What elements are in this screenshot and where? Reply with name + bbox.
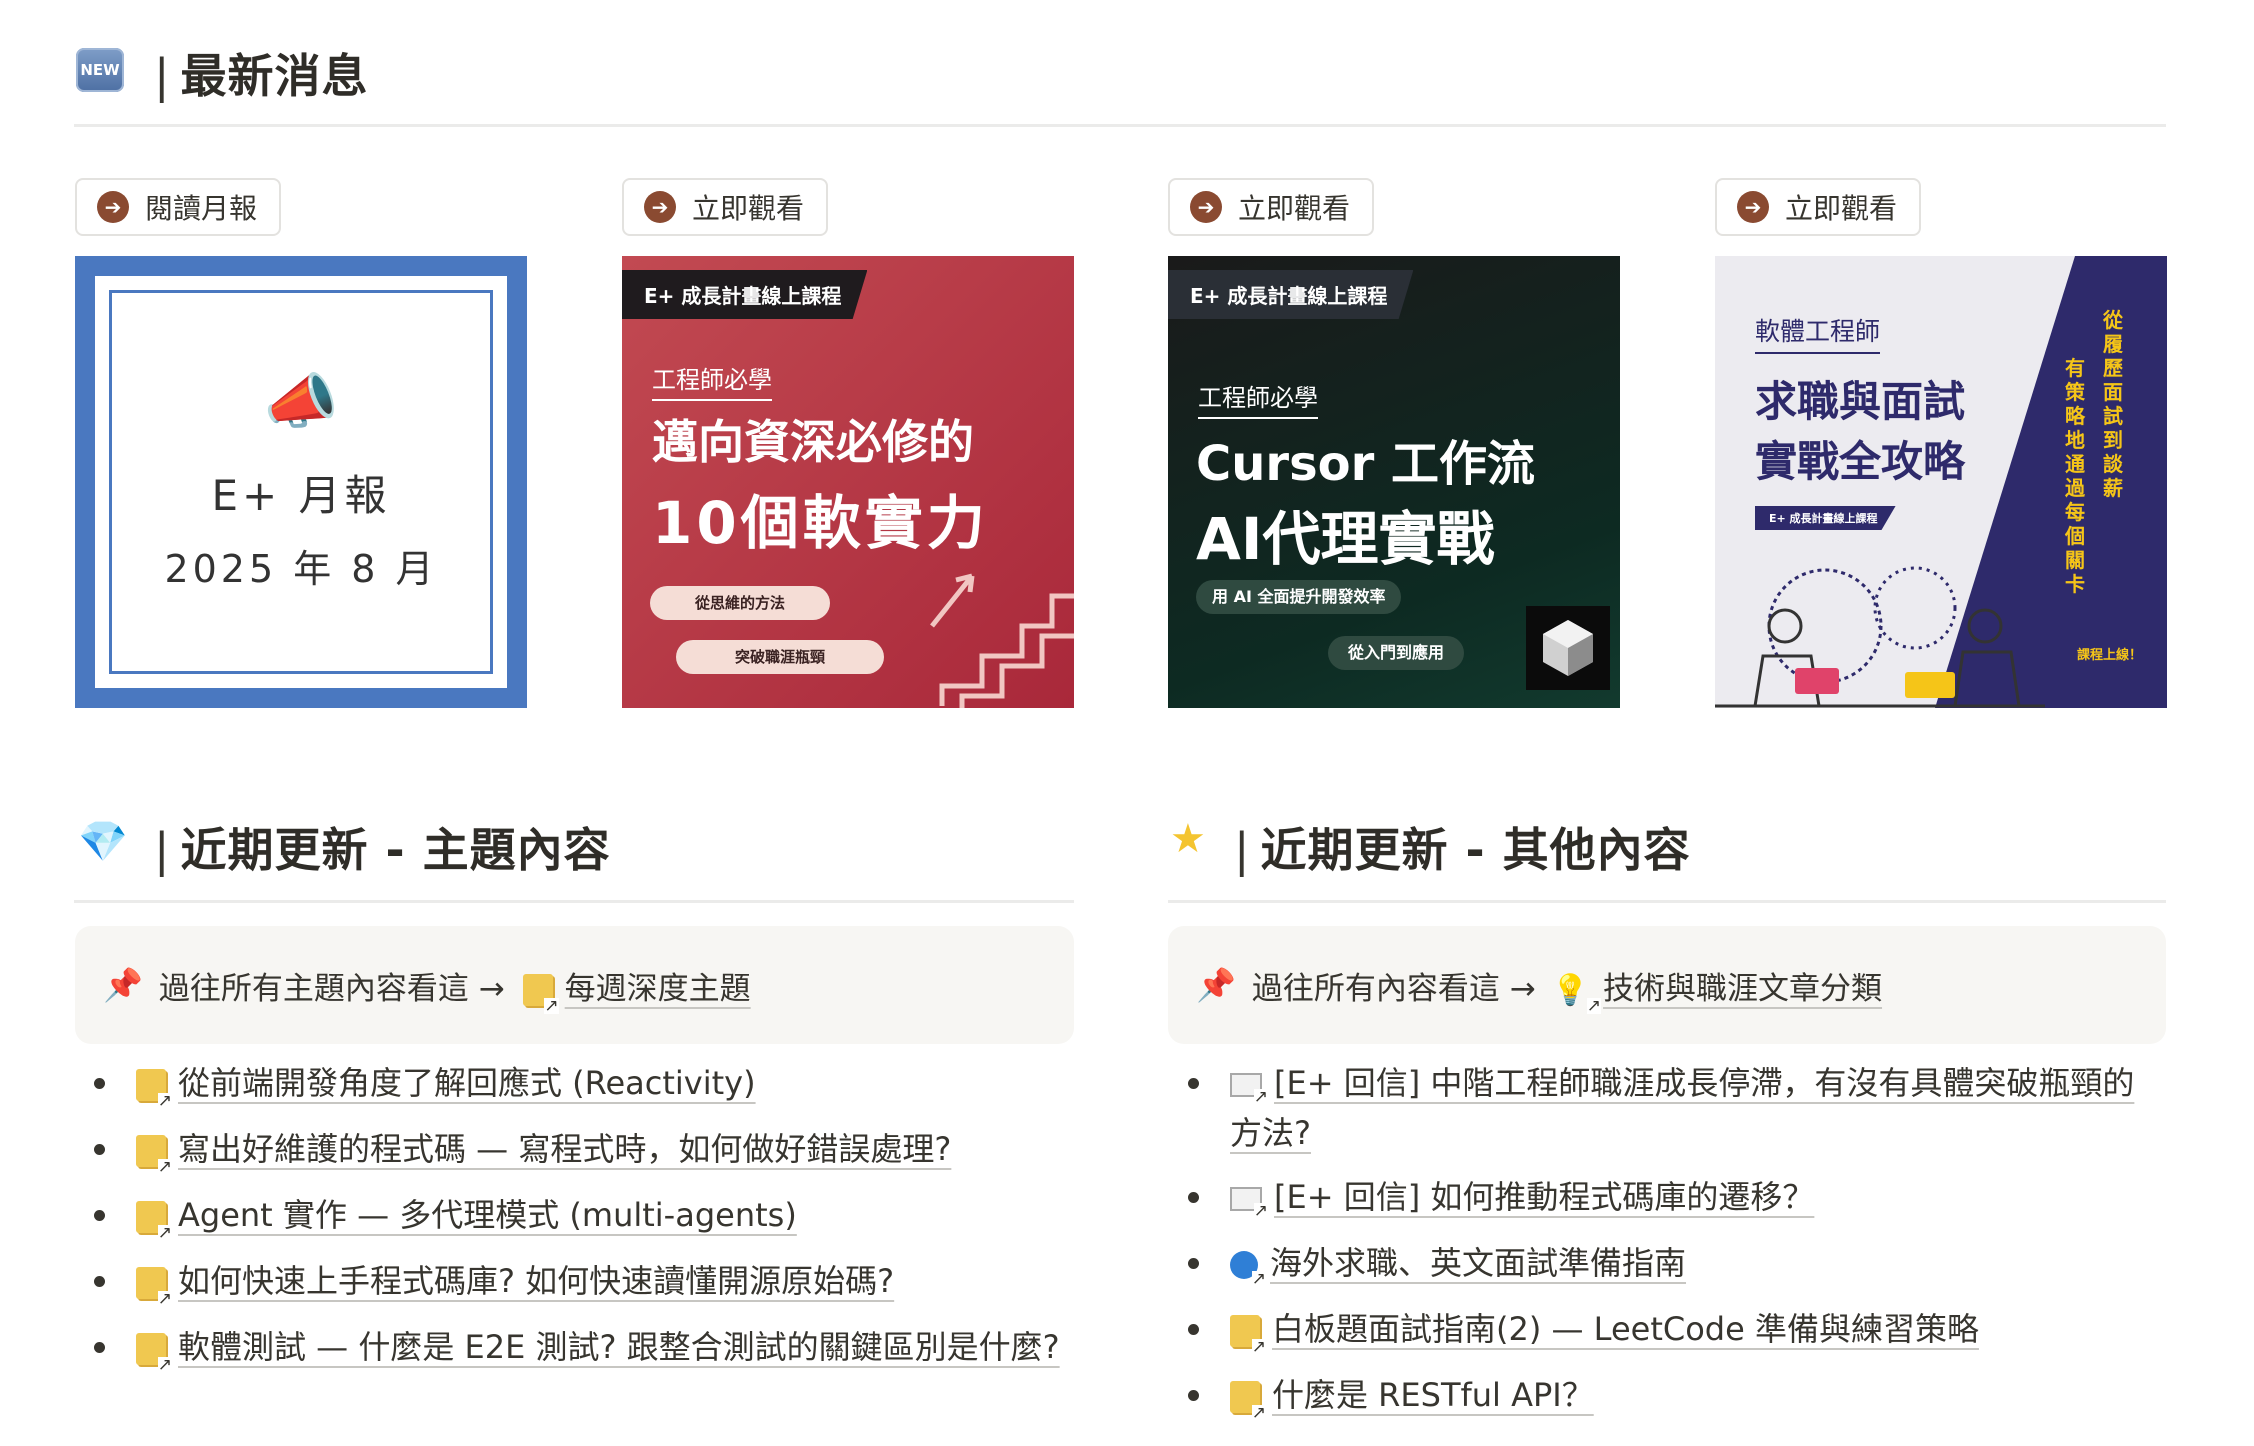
cursor-logo-icon: [1526, 606, 1610, 690]
pushpin-icon: 📌: [1196, 966, 1236, 1004]
doc-link-icon: [136, 1135, 172, 1175]
section-divider: [74, 124, 2166, 127]
doc-link-icon: [136, 1201, 172, 1241]
heading-divider: |: [154, 49, 171, 103]
card-title-line1: 求職與面試: [1755, 377, 1966, 426]
button-label: 立即觀看: [1238, 192, 1351, 225]
card-subtitle: 工程師必學: [1198, 378, 1318, 419]
others-heading: | 近期更新 - 其他內容: [1228, 814, 1691, 880]
watch-course-button[interactable]: ➔ 立即觀看: [1168, 178, 1375, 236]
pushpin-icon: 📌: [103, 966, 143, 1004]
vertical-tagline: 從履歷面試到談薪: [2103, 308, 2123, 500]
star-icon: ★: [1170, 816, 1206, 862]
arrow-right-circle-icon: ➔: [97, 191, 129, 223]
callout-text: 過往所有主題內容看這 →: [158, 970, 505, 1007]
pill-label: 用 AI 全面提升開發效率: [1196, 580, 1402, 614]
callout-link[interactable]: 💡技術與職涯文章分類: [1552, 963, 1882, 1014]
topics-heading: | 近期更新 - 主題內容: [148, 814, 611, 880]
cursor-course-card[interactable]: E+ 成長計畫線上課程 工程師必學 Cursor 工作流 AI代理實戰 用 AI…: [1168, 256, 1620, 708]
report-title: E+ 月報: [211, 471, 391, 520]
topics-list: 從前端開發角度了解回應式 (Reactivity) 寫出好維護的程式碼 — 寫程…: [80, 1058, 1080, 1388]
doc-link-icon: [136, 1267, 172, 1307]
soft-skills-course-card[interactable]: E+ 成長計畫線上課程 工程師必學 邁向資深必修的 10個軟實力 從思維的方法 …: [622, 256, 1074, 708]
others-heading-text: 近期更新 - 其他內容: [1260, 823, 1691, 877]
envelope-link-icon: [1230, 1187, 1268, 1219]
news-heading: | 最新消息: [148, 40, 369, 106]
heading-divider: |: [1234, 823, 1251, 877]
list-item[interactable]: Agent 實作 — 多代理模式 (multi-agents): [80, 1190, 1080, 1241]
arrow-right-circle-icon: ➔: [1190, 191, 1222, 223]
list-item[interactable]: 從前端開發角度了解回應式 (Reactivity): [80, 1058, 1080, 1109]
pill-label: 突破職涯瓶頸: [676, 640, 884, 674]
list-item[interactable]: 軟體測試 — 什麼是 E2E 測試? 跟整合測試的關鍵區別是什麼?: [80, 1322, 1080, 1373]
card-title-line1: Cursor 工作流: [1196, 436, 1536, 492]
doc-link-icon: [1230, 1315, 1266, 1355]
callout-text: 過往所有內容看這 →: [1251, 970, 1536, 1007]
stairs-illustration: [930, 573, 1074, 708]
course-tag: E+ 成長計畫線上課程: [622, 270, 868, 319]
list-item[interactable]: 寫出好維護的程式碼 — 寫程式時，如何做好錯誤處理?: [80, 1124, 1080, 1175]
watch-course-button[interactable]: ➔ 立即觀看: [1715, 178, 1922, 236]
button-label: 閱讀月報: [145, 192, 258, 225]
gem-icon: 💎: [78, 819, 128, 865]
interview-illustration: [1715, 566, 2045, 708]
card-title-line1: 邁向資深必修的: [652, 415, 974, 469]
callout-link[interactable]: 每週深度主題: [522, 963, 751, 1014]
card-title-line2: 實戰全攻略: [1755, 437, 1966, 486]
list-item[interactable]: 海外求職、英文面試準備指南: [1174, 1238, 2154, 1288]
interview-course-card[interactable]: 軟體工程師 求職與面試 實戰全攻略 E+ 成長計畫線上課程 從履歷面試到談薪 有…: [1715, 256, 2167, 708]
course-tag: E+ 成長計畫線上課程: [1168, 270, 1414, 319]
doc-link-icon: [522, 974, 559, 1014]
arrow-right-circle-icon: ➔: [1737, 191, 1769, 223]
card-subtitle: 軟體工程師: [1755, 312, 1881, 354]
pill-label: 從思維的方法: [650, 586, 830, 620]
lightbulb-link-icon: 💡: [1552, 973, 1602, 1014]
list-item[interactable]: 白板題面試指南(2) — LeetCode 準備與練習策略: [1174, 1304, 2154, 1355]
globe-link-icon: [1230, 1251, 1266, 1287]
topics-heading-text: 近期更新 - 主題內容: [180, 823, 611, 877]
new-badge-icon: NEW: [76, 48, 124, 92]
list-item[interactable]: [E+ 回信] 如何推動程式碼庫的遷移？: [1174, 1172, 2154, 1222]
list-item[interactable]: 什麼是 RESTful API？: [1174, 1370, 2154, 1421]
pill-label: 從入門到應用: [1328, 636, 1465, 670]
megaphone-icon: 📣: [263, 367, 339, 437]
section-divider: [74, 900, 1074, 903]
topics-callout: 📌 過往所有主題內容看這 → 每週深度主題: [75, 926, 1074, 1044]
button-label: 立即觀看: [692, 192, 805, 225]
launch-label: 課程上線！: [2077, 648, 2143, 663]
course-tag: E+ 成長計畫線上課程: [1755, 506, 1896, 530]
heading-divider: |: [154, 823, 171, 877]
read-monthly-button[interactable]: ➔ 閱讀月報: [75, 178, 282, 236]
vertical-tagline: 有策略地通過每個關卡: [2065, 356, 2085, 596]
card-title-line2: AI代理實戰: [1196, 505, 1495, 573]
others-list: [E+ 回信] 中階工程師職涯成長停滯，有沒有具體突破瓶頸的方法? [E+ 回信…: [1174, 1058, 2154, 1436]
doc-link-icon: [136, 1333, 172, 1373]
list-item[interactable]: 如何快速上手程式碼庫? 如何快速讀懂開源原始碼?: [80, 1256, 1080, 1307]
card-subtitle: 工程師必學: [652, 360, 772, 401]
others-callout: 📌 過往所有內容看這 → 💡技術與職涯文章分類: [1168, 926, 2166, 1044]
envelope-link-icon: [1230, 1073, 1268, 1105]
monthly-report-card[interactable]: 📣 E+ 月報 2025 年 8 月: [75, 256, 527, 708]
section-divider: [1168, 900, 2166, 903]
doc-link-icon: [136, 1069, 172, 1109]
doc-link-icon: [1230, 1381, 1266, 1421]
watch-course-button[interactable]: ➔ 立即觀看: [622, 178, 829, 236]
news-heading-text: 最新消息: [180, 49, 369, 103]
list-item[interactable]: [E+ 回信] 中階工程師職涯成長停滯，有沒有具體突破瓶頸的方法?: [1174, 1058, 2154, 1158]
button-label: 立即觀看: [1785, 192, 1898, 225]
arrow-right-circle-icon: ➔: [644, 191, 676, 223]
report-date: 2025 年 8 月: [164, 547, 438, 591]
